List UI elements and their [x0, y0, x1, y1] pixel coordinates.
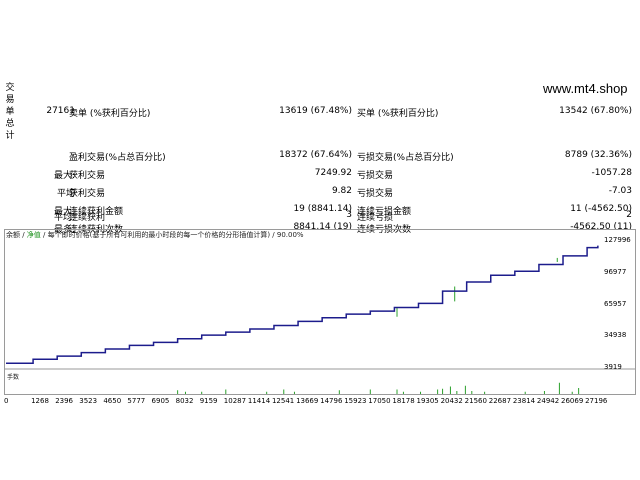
- x-tick-label: 2396: [55, 397, 74, 405]
- x-tick-label: 20432: [440, 397, 463, 405]
- x-axis-ticks: 0 1268 2396 3523 4650 5777 6905 8032 9159 10287 11…: [0, 397, 640, 409]
- x-tick-label: 13669: [296, 397, 319, 405]
- x-tick-label: 26069: [561, 397, 584, 405]
- x-tick-label: 23814: [512, 397, 536, 405]
- x-tick-label: 12541: [271, 397, 295, 405]
- x-tick-label: 11414: [247, 397, 271, 405]
- x-tick-label: 4650: [103, 397, 122, 405]
- x-tick-label: 15923: [344, 397, 367, 405]
- y-tick-label: 65957: [604, 299, 627, 308]
- x-tick-label: 19305: [416, 397, 439, 405]
- y-tick-label: 127996: [604, 236, 631, 244]
- y-tick-label: 96977: [604, 267, 627, 276]
- x-tick-label: 0: [4, 397, 9, 405]
- x-tick-label: 18178: [392, 397, 415, 405]
- x-tick-label: 5777: [127, 397, 146, 405]
- x-tick-label: 14796: [320, 397, 343, 405]
- x-tick-label: 22687: [488, 397, 512, 405]
- x-tick-label: 8032: [175, 397, 194, 405]
- x-tick-label: 21560: [464, 397, 487, 405]
- x-tick-label: 9159: [199, 397, 218, 405]
- balance-line: [6, 245, 599, 365]
- x-tick-label: 24942: [536, 397, 560, 405]
- x-tick-label: 10287: [223, 397, 247, 405]
- x-tick-label: 1268: [31, 397, 49, 405]
- x-tick-label: 3523: [79, 397, 98, 405]
- x-tick-label: 6905: [151, 397, 170, 405]
- y-tick-label: 34938: [604, 331, 627, 340]
- y-tick-label: 3919: [604, 363, 622, 371]
- x-tick-label: 27196: [585, 397, 608, 405]
- x-tick-label: 17050: [368, 397, 391, 405]
